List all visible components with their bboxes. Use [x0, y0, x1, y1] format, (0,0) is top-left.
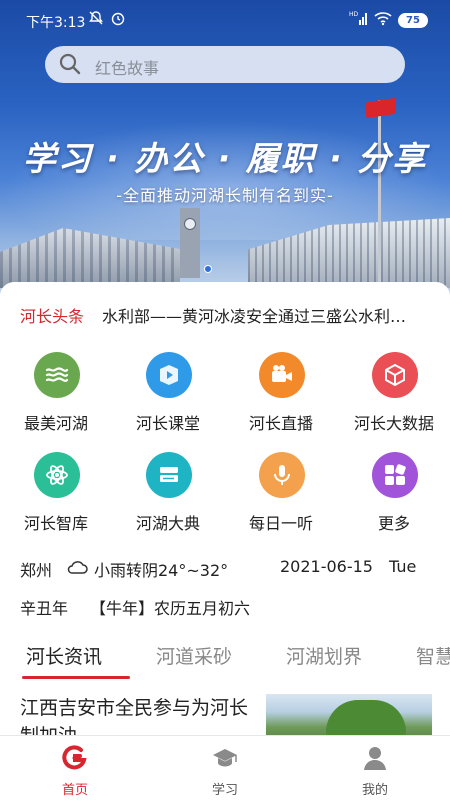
- hero-banner[interactable]: 学习 · 办公 · 履职 · 分享 -全面推动河湖长制有名到实-: [0, 0, 450, 300]
- active-tab-indicator: [22, 676, 130, 679]
- weather-panel: 郑州 小雨转阴24°~32° 2021-06-15 Tue 辛丑年 【牛年】农历…: [0, 548, 450, 626]
- menu-label: 河长大数据: [353, 414, 434, 433]
- nav-home[interactable]: 首页: [0, 736, 150, 800]
- weather-weekday: Tue: [389, 557, 417, 576]
- book-icon: [146, 452, 192, 498]
- apps-icon: [372, 452, 418, 498]
- weather-city: 郑州: [20, 561, 53, 580]
- menu-label: 更多: [377, 514, 410, 533]
- menu-label: 最美河湖: [23, 414, 88, 433]
- menu-label: 河湖大典: [135, 514, 200, 533]
- video-camera-icon: [259, 352, 305, 398]
- category-tabs: 河长资讯 河道采砂 河湖划界 智慧: [0, 630, 450, 680]
- weather-date: 2021-06-15: [280, 557, 373, 576]
- tab-river-boundary[interactable]: 河湖划界: [286, 642, 362, 669]
- menu-label: 每日一听: [248, 514, 313, 533]
- menu-item-river-big-data[interactable]: 河长大数据: [338, 344, 450, 440]
- menu-label: 河长智库: [23, 514, 88, 533]
- mute-icon: [88, 10, 104, 30]
- tab-river-news[interactable]: 河长资讯: [26, 642, 102, 669]
- play-box-icon: [146, 352, 192, 398]
- menu-item-river-live[interactable]: 河长直播: [225, 344, 337, 440]
- menu-item-more[interactable]: 更多: [338, 444, 450, 540]
- wifi-icon: [374, 10, 392, 30]
- menu-label: 河长直播: [248, 414, 313, 433]
- headline-bar[interactable]: 河长头条 水利部——黄河冰凌安全通过三盛公水利…: [0, 282, 450, 344]
- home-logo-icon: [61, 744, 89, 772]
- graduation-cap-icon: [211, 744, 239, 772]
- svg-text:HD: HD: [349, 11, 359, 18]
- search-icon: [59, 53, 81, 75]
- lunar-year: 辛丑年: [20, 599, 69, 618]
- menu-item-daily-listen[interactable]: 每日一听: [225, 444, 337, 540]
- headline-text[interactable]: 水利部——黄河冰凌安全通过三盛公水利…: [102, 303, 432, 327]
- lunar-date: 【牛年】农历五月初六: [90, 599, 251, 618]
- nav-study[interactable]: 学习: [150, 736, 300, 800]
- battery-icon: 75: [398, 13, 428, 28]
- status-bar: 下午3:13 HD 75: [0, 0, 450, 40]
- carousel-indicator[interactable]: [204, 265, 212, 273]
- atom-icon: [34, 452, 80, 498]
- nav-label: 我的: [361, 783, 388, 798]
- headline-tag: 河长头条: [20, 307, 85, 326]
- alarm-icon: [110, 10, 126, 30]
- microphone-icon: [259, 452, 305, 498]
- status-time: 下午3:13: [26, 15, 86, 31]
- menu-item-river-class[interactable]: 河长课堂: [112, 344, 224, 440]
- nav-label: 学习: [211, 783, 238, 798]
- search-bar[interactable]: 红色故事: [45, 46, 405, 83]
- search-placeholder: 红色故事: [95, 59, 160, 78]
- menu-item-think-tank[interactable]: 河长智库: [0, 444, 112, 540]
- tab-river-sand[interactable]: 河道采砂: [156, 642, 232, 669]
- hd-signal-icon: HD: [349, 10, 369, 30]
- menu-item-most-beautiful-rivers[interactable]: 最美河湖: [0, 344, 112, 440]
- flag-icon: [366, 97, 396, 119]
- cloud-icon: [66, 559, 88, 575]
- tab-smart[interactable]: 智慧: [416, 642, 450, 669]
- user-icon: [361, 744, 389, 772]
- nav-label: 首页: [61, 783, 88, 798]
- data-cube-icon: [372, 352, 418, 398]
- weather-condition: 小雨转阴24°~32°: [94, 561, 229, 580]
- waves-icon: [34, 352, 80, 398]
- clock-tower: [180, 208, 200, 278]
- banner-subtitle: -全面推动河湖长制有名到实-: [116, 186, 334, 205]
- menu-item-river-dictionary[interactable]: 河湖大典: [112, 444, 224, 540]
- menu-label: 河长课堂: [135, 414, 200, 433]
- quick-menu-grid: 最美河湖 河长课堂 河长直播 河长大数据 河长智库 河湖大典 每日一听 更多: [0, 344, 450, 540]
- bottom-nav: 首页 学习 我的: [0, 735, 450, 800]
- banner-title: 学习 · 办公 · 履职 · 分享: [22, 139, 428, 178]
- nav-mine[interactable]: 我的: [300, 736, 450, 800]
